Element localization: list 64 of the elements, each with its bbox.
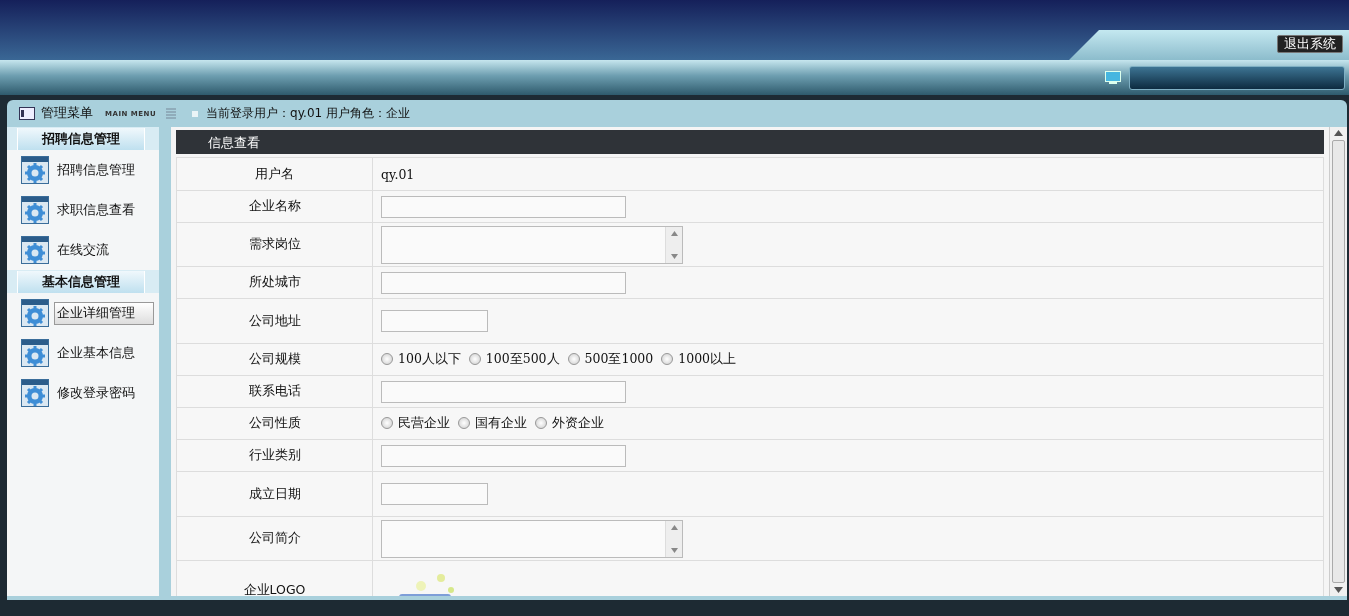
menu-group-header[interactable]: 基本信息管理 <box>17 271 145 293</box>
radio-button[interactable] <box>381 417 393 430</box>
scroll-down-icon[interactable] <box>670 547 678 553</box>
input-field[interactable] <box>381 483 488 505</box>
monitor-icon <box>1105 71 1121 84</box>
gear-window-icon <box>21 156 49 184</box>
radio-label: 100至500人 <box>485 350 560 368</box>
scroll-up-icon[interactable] <box>670 524 678 530</box>
gear-window-icon <box>21 196 49 224</box>
gear-window-icon <box>21 379 49 407</box>
scroll-up-icon[interactable] <box>1334 130 1343 136</box>
input-field[interactable] <box>381 380 626 403</box>
scroll-down-icon[interactable] <box>670 253 678 259</box>
field-label: 所处城市 <box>176 266 373 299</box>
menu-panel-icon <box>19 107 35 120</box>
radio-button[interactable] <box>661 353 674 366</box>
menu-item[interactable]: 企业基本信息 <box>54 341 138 365</box>
field-label: 企业LOGO <box>176 560 373 596</box>
bullet-icon <box>192 110 199 117</box>
gear-window-icon <box>21 339 49 367</box>
radio-button[interactable] <box>535 417 547 430</box>
text-area[interactable] <box>381 519 683 558</box>
input-field[interactable] <box>381 444 626 467</box>
input-field[interactable] <box>381 195 626 218</box>
radio-label: 100人以下 <box>398 350 461 368</box>
field-label: 企业名称 <box>176 190 373 223</box>
radio-label: 民营企业 <box>398 414 450 432</box>
scrollbar[interactable] <box>1329 127 1347 596</box>
scroll-up-icon[interactable] <box>670 230 678 236</box>
form-title: 信息查看 <box>176 130 1324 154</box>
radio-button[interactable] <box>458 417 470 430</box>
gear-window-icon <box>21 236 49 264</box>
menu-item[interactable]: 修改登录密码 <box>54 381 138 405</box>
input-field[interactable] <box>381 310 488 332</box>
menu-group-header[interactable]: 招聘信息管理 <box>17 128 145 150</box>
field-label: 需求岗位 <box>176 222 373 267</box>
menu-item[interactable]: 招聘信息管理 <box>54 158 138 182</box>
field-label: 公司规模 <box>176 343 373 376</box>
radio-label: 国有企业 <box>475 414 527 432</box>
radio-button[interactable] <box>381 353 393 366</box>
field-label: 公司简介 <box>176 516 373 561</box>
input-field[interactable] <box>381 271 626 294</box>
text-area[interactable] <box>381 225 683 264</box>
menu-item[interactable]: 企业详细管理 <box>54 301 154 325</box>
list-icon <box>166 107 177 120</box>
logout-button[interactable]: 退出系统 <box>1277 35 1343 53</box>
menu-item[interactable]: 在线交流 <box>54 238 112 262</box>
field-label: 联系电话 <box>176 375 373 408</box>
login-status: 当前登录用户：qy.01 用户角色：企业 <box>206 105 410 122</box>
field-label: 公司地址 <box>176 298 373 344</box>
menu-title: 管理菜单 <box>41 105 93 122</box>
field-label: 成立日期 <box>176 471 373 517</box>
scroll-down-icon[interactable] <box>1334 587 1343 593</box>
radio-button[interactable] <box>468 353 481 366</box>
radio-label: 1000以上 <box>678 350 737 368</box>
radio-button[interactable] <box>567 353 580 366</box>
menu-item[interactable]: 求职信息查看 <box>54 198 138 222</box>
radio-label: 500至1000 <box>584 350 654 368</box>
gear-window-icon <box>21 299 49 327</box>
radio-label: 外资企业 <box>552 414 604 432</box>
field-label: 行业类别 <box>176 439 373 472</box>
field-label: 公司性质 <box>176 407 373 440</box>
field-value: qy.01 <box>381 166 415 182</box>
field-label: 用户名 <box>176 157 373 191</box>
